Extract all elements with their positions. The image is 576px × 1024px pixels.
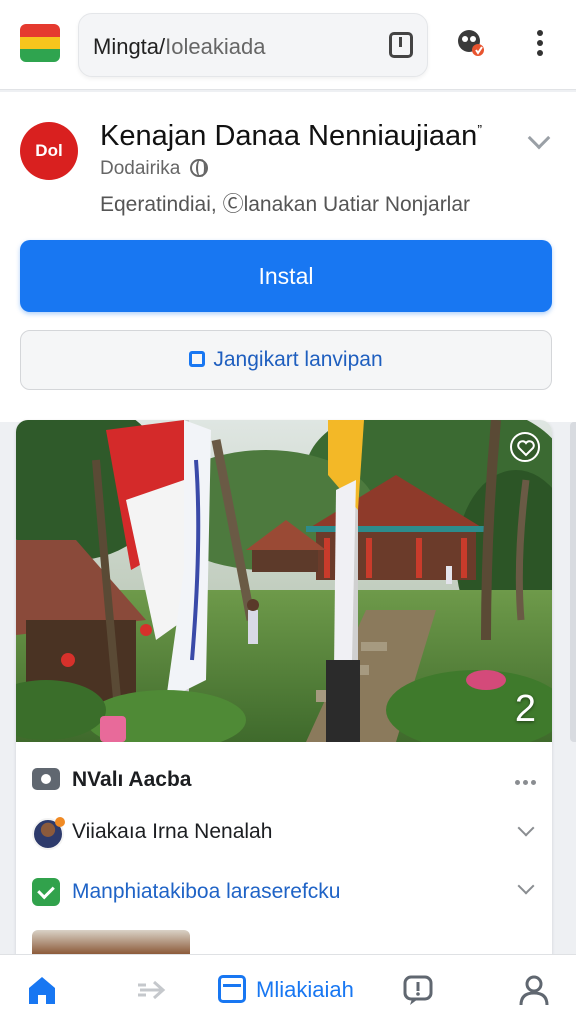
message-icon: [189, 351, 206, 367]
list-item[interactable]: Viiakaıa Irna Nenalah: [16, 806, 552, 864]
bottom-navigation: Mliakiaiah: [0, 954, 576, 1024]
tab-active-label: Mliakiaiah: [256, 977, 354, 1002]
list-item[interactable]: Manphiatakiboa laraserefcku: [16, 864, 552, 922]
notification-icon[interactable]: [402, 973, 434, 1009]
list-item[interactable]: NValı Aacba: [16, 742, 552, 806]
photo-count: 2: [514, 688, 536, 730]
post-rows: NValı Aacba Viiakaıa Irna Nenalah Manphi…: [16, 742, 552, 980]
author-name: Viiakaıa Irna Nenalah: [72, 820, 273, 843]
developer-name: Dodairika: [100, 158, 181, 179]
next-card-peek[interactable]: [570, 422, 576, 742]
app-title: Kenajan Danaa Nenniaujiaan”: [100, 120, 482, 153]
post-card: 2 NValı Aacba Viiakaıa Irna Nenalah Manp…: [16, 420, 552, 980]
app-developer: Dodairika: [100, 158, 208, 180]
app-info-card: Dol Kenajan Danaa Nenniaujiaan” Dodairik…: [0, 92, 576, 422]
browser-toolbar: Mingta/Ioleakiada: [0, 0, 576, 90]
globe-icon: [189, 159, 208, 177]
site-favicon: [20, 24, 60, 62]
app-title-mark: ”: [477, 121, 482, 138]
post-photo[interactable]: 2: [16, 420, 552, 750]
more-horizontal-icon[interactable]: [512, 772, 536, 790]
secondary-button[interactable]: Jangikart lanvipan: [20, 330, 552, 390]
secondary-button-label: Jangikart lanvipan: [213, 348, 383, 371]
install-button[interactable]: Instal: [20, 240, 552, 312]
profile-icon[interactable]: [518, 973, 550, 1009]
check-icon: [32, 878, 60, 906]
tab-switcher-icon[interactable]: [389, 32, 413, 58]
camera-icon: [32, 768, 60, 790]
home-icon[interactable]: [26, 973, 58, 1009]
chevron-down-icon[interactable]: [517, 819, 535, 837]
chevron-down-icon[interactable]: [517, 877, 535, 895]
row-title: NValı Aacba: [72, 768, 192, 791]
chevron-down-icon[interactable]: [527, 126, 551, 150]
url-text: Mingta/Ioleakiada: [93, 34, 265, 60]
forward-icon[interactable]: [136, 973, 168, 1009]
url-path: Ioleakiada: [165, 34, 266, 59]
row-link[interactable]: Manphiatakiboa laraserefcku: [72, 880, 341, 904]
calendar-icon: [218, 975, 246, 1003]
app-logo: Dol: [20, 122, 78, 180]
heart-icon[interactable]: [510, 432, 540, 462]
tab-active[interactable]: Mliakiaiah: [216, 973, 376, 1009]
url-domain: Mingta/: [93, 34, 166, 59]
more-vertical-icon[interactable]: [530, 30, 550, 60]
app-title-text: Kenajan Danaa Nenniaujiaan: [100, 120, 478, 152]
address-bar[interactable]: Mingta/Ioleakiada: [78, 13, 428, 77]
app-subtitle: Eqeratindiai, Ⓒlanakan Uatiar Nonjarlar: [100, 193, 471, 216]
extension-icon[interactable]: [456, 28, 486, 58]
avatar: [32, 817, 65, 850]
